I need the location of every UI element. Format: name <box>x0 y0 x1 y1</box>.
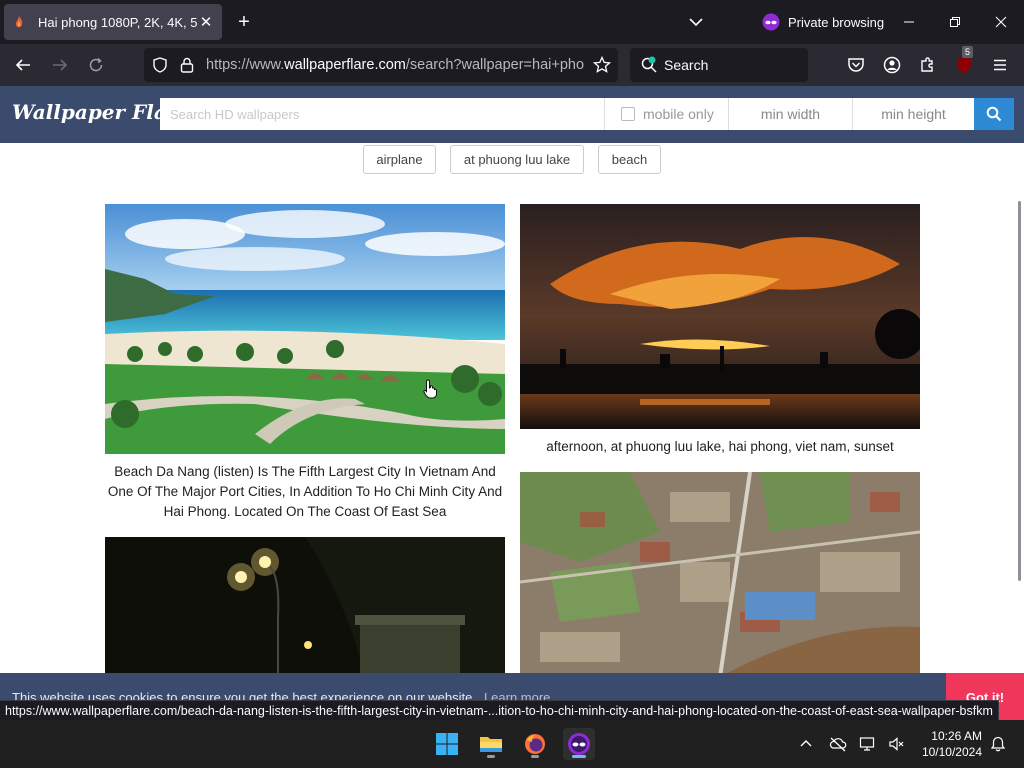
pocket-icon <box>848 58 864 72</box>
tab-strip: Hai phong 1080P, 2K, 4K, 5K HD ✕ + Priva… <box>0 0 1024 44</box>
monitor-network-icon <box>859 737 875 751</box>
restore-button[interactable] <box>932 0 978 44</box>
ublock-shield-icon <box>957 57 971 73</box>
wallpaper-thumbnail-beach[interactable] <box>105 204 505 454</box>
back-button[interactable] <box>10 52 36 78</box>
bell-icon <box>990 736 1006 752</box>
url-prefix: https://www. <box>206 57 285 73</box>
network-tray-icon[interactable] <box>858 734 878 754</box>
file-explorer-button[interactable] <box>475 728 507 760</box>
aerial-city-image <box>520 472 920 677</box>
min-width-field[interactable]: min width <box>729 98 853 130</box>
related-tags: airplane at phuong luu lake beach <box>0 145 1024 175</box>
site-search-button[interactable] <box>974 98 1014 130</box>
back-arrow-icon <box>15 59 30 71</box>
padlock-icon[interactable] <box>180 57 194 73</box>
running-indicator <box>487 755 495 758</box>
start-button[interactable] <box>431 728 463 760</box>
extension-badge: 5 <box>962 46 974 58</box>
clock-time: 10:26 AM <box>931 729 982 743</box>
wallpaper-thumbnail-sunset[interactable] <box>520 204 920 429</box>
url-text[interactable]: https://www.wallpaperflare.com/search?wa… <box>206 57 584 73</box>
tab-active[interactable]: Hai phong 1080P, 2K, 4K, 5K HD ✕ <box>4 4 222 40</box>
puzzle-piece-icon <box>921 57 933 72</box>
onedrive-tray-icon[interactable] <box>828 734 848 754</box>
extensions-button[interactable] <box>915 52 941 78</box>
wallpaper-thumbnail-aerial-city[interactable] <box>520 472 920 677</box>
private-browsing-label: Private browsing <box>788 14 885 30</box>
running-indicator <box>531 755 539 758</box>
tab-title: Hai phong 1080P, 2K, 4K, 5K HD <box>38 14 198 30</box>
reload-button[interactable] <box>83 52 109 78</box>
chevron-up-icon <box>800 740 812 747</box>
mobile-only-label: mobile only <box>643 106 714 122</box>
forward-button[interactable] <box>47 52 73 78</box>
web-page: Wallpaper Flare mobile only min width mi… <box>0 86 1024 720</box>
tag-airplane[interactable]: airplane <box>363 145 436 174</box>
ublock-extension-button[interactable]: 5 <box>951 46 977 78</box>
bookmark-star-icon[interactable] <box>593 56 611 74</box>
tag-at-phuong-luu-lake[interactable]: at phuong luu lake <box>450 145 584 174</box>
volume-tray-icon[interactable] <box>886 734 906 754</box>
private-browsing-indicator: Private browsing <box>762 12 884 32</box>
show-hidden-icons-button[interactable] <box>796 734 816 754</box>
url-path: /search?wallpaper=hai+phong <box>405 57 584 73</box>
navigation-toolbar: https://www.wallpaperflare.com/search?wa… <box>0 44 1024 86</box>
search-box[interactable]: Search <box>630 48 808 82</box>
sunset-lake-image <box>520 204 920 429</box>
close-window-button[interactable] <box>978 0 1024 44</box>
page-scrollbar[interactable] <box>1018 201 1021 581</box>
account-button[interactable] <box>879 52 905 78</box>
site-favicon-icon <box>15 16 23 28</box>
url-host: wallpaperflare.com <box>284 57 406 73</box>
minimize-button[interactable] <box>886 0 932 44</box>
search-icon <box>986 106 1002 122</box>
min-height-field[interactable]: min height <box>853 98 974 130</box>
tracking-protection-shield-icon[interactable] <box>152 57 168 73</box>
hamburger-menu-icon <box>994 59 1006 71</box>
firefox-icon <box>525 734 545 754</box>
beach-image <box>105 204 505 454</box>
account-icon <box>883 56 901 74</box>
wallpaper-thumbnail-night-street[interactable] <box>105 537 505 677</box>
folder-icon <box>480 737 502 752</box>
reload-icon <box>89 57 103 72</box>
active-indicator <box>572 755 586 758</box>
wallpaper-caption-sunset[interactable]: afternoon, at phuong luu lake, hai phong… <box>520 437 920 457</box>
private-mask-icon <box>762 13 780 31</box>
wallpaper-search-input[interactable] <box>160 98 605 130</box>
new-tab-button[interactable]: + <box>232 10 256 34</box>
close-icon <box>995 16 1007 28</box>
tag-beach[interactable]: beach <box>598 145 661 174</box>
mobile-only-filter[interactable]: mobile only <box>605 98 729 130</box>
tab-close-icon[interactable]: ✕ <box>198 13 214 31</box>
pocket-button[interactable] <box>843 52 869 78</box>
wallpaper-caption-beach[interactable]: Beach Da Nang (listen) Is The Fifth Larg… <box>105 462 505 522</box>
site-header: Wallpaper Flare mobile only min width mi… <box>0 86 1024 143</box>
notifications-button[interactable] <box>988 734 1008 754</box>
site-search-form: mobile only min width min height <box>160 98 1014 130</box>
cloud-offline-icon <box>829 737 847 752</box>
list-all-tabs-icon[interactable] <box>686 12 706 32</box>
windows-taskbar: 10:26 AM 10/10/2024 <box>0 720 1024 768</box>
address-bar[interactable]: https://www.wallpaperflare.com/search?wa… <box>144 48 618 82</box>
link-status-url: https://www.wallpaperflare.com/beach-da-… <box>0 700 999 720</box>
search-box-label: Search <box>664 57 709 73</box>
taskbar-clock[interactable]: 10:26 AM 10/10/2024 <box>912 728 982 760</box>
minimize-icon <box>904 21 914 23</box>
forward-arrow-icon <box>53 59 68 71</box>
firefox-private-button[interactable] <box>563 728 595 760</box>
speaker-muted-icon <box>889 737 904 751</box>
firefox-private-icon <box>568 733 590 755</box>
hand-cursor-icon <box>423 379 437 399</box>
windows-logo-icon <box>436 733 458 755</box>
firefox-button[interactable] <box>519 728 551 760</box>
clock-date: 10/10/2024 <box>921 745 982 759</box>
night-street-image <box>105 537 505 677</box>
restore-icon <box>950 17 960 27</box>
search-engine-icon <box>641 56 657 73</box>
app-menu-button[interactable] <box>987 52 1013 78</box>
mobile-only-checkbox[interactable] <box>621 107 635 121</box>
